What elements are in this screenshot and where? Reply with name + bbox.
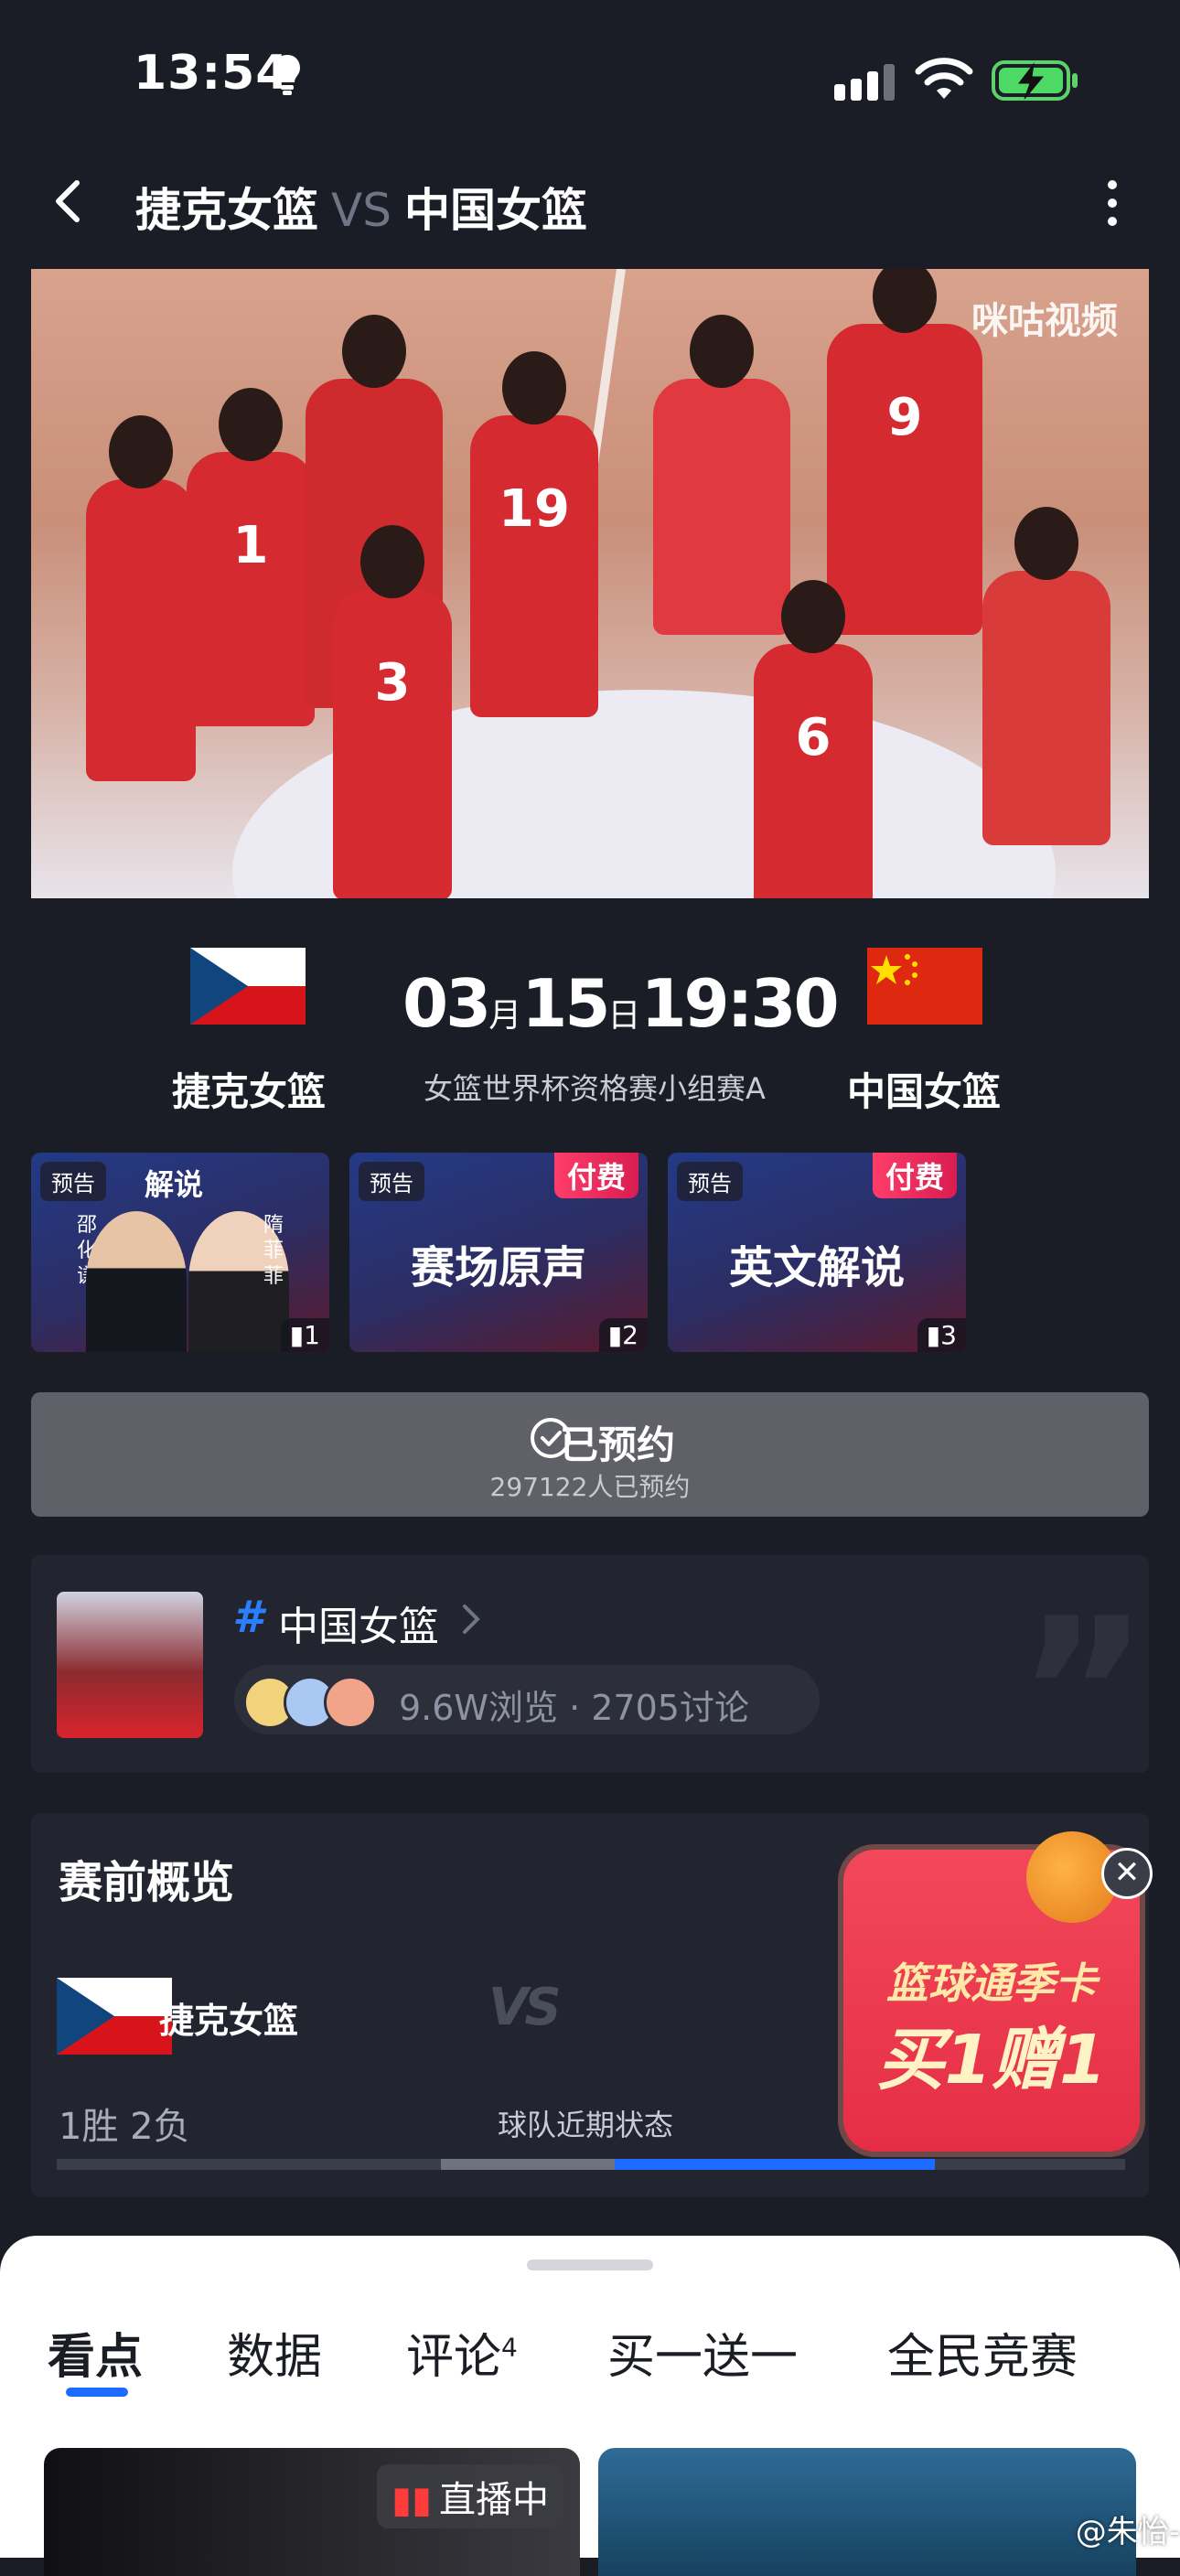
recent-form-label: 球队近期状态 <box>498 2108 674 2142</box>
back-icon[interactable] <box>46 174 88 229</box>
channel-count: ▮1 <box>280 1318 329 1352</box>
player-figure <box>982 507 1110 845</box>
paid-badge: 付费 <box>553 1153 638 1198</box>
hashtag-icon: # <box>232 1592 263 1643</box>
battery-charging-icon <box>992 60 1078 101</box>
player-figure: 1 <box>187 388 315 726</box>
lightbulb-icon <box>274 55 300 95</box>
match-day: 15 <box>521 965 610 1042</box>
china-flag-icon <box>867 948 982 1025</box>
preview-tag: 预告 <box>40 1162 106 1201</box>
match-time: 19:30 <box>640 965 839 1042</box>
close-icon[interactable]: ✕ <box>1101 1848 1153 1899</box>
home-team-name: 捷克女篮 <box>171 1069 326 1114</box>
form-bar <box>57 2159 1125 2170</box>
tab-buy-one-get-one[interactable]: 买一送一 <box>607 2318 798 2387</box>
player-figure: 19 <box>470 351 598 717</box>
video-watermark: 咪咕视频 <box>971 300 1118 342</box>
commentary-label: 解说 <box>145 1167 204 1202</box>
tab-highlights[interactable]: 看点 <box>48 2318 143 2387</box>
topic-card[interactable]: ” # 中国女篮 9.6W浏览 · 2705讨论 <box>31 1555 1149 1773</box>
team-record: 1胜 2负 <box>59 2106 190 2148</box>
topic-stats-text: 9.6W浏览 · 2705讨论 <box>399 1688 749 1728</box>
overview-title: 赛前概览 <box>59 1857 235 1908</box>
player-figure <box>653 315 790 635</box>
commentary-card-hosts[interactable]: 预告 解说 邵化谦 隋菲菲 ▮1 <box>31 1153 329 1352</box>
watermark-text: @朱怡- <box>1075 2514 1180 2550</box>
chevron-right-icon <box>463 1605 480 1634</box>
live-bars-icon: ▮▮ <box>391 2479 432 2521</box>
more-options-icon[interactable] <box>1094 176 1131 231</box>
cellular-signal-icon <box>834 64 895 101</box>
reserve-count: 297122人已预约 <box>489 1472 691 1502</box>
host-avatar <box>86 1211 187 1352</box>
topic-thumbnail <box>57 1592 203 1738</box>
bottom-sheet: 看点 数据 评论4 买一送一 全民竞赛 ▮▮ 直播中 <box>0 2236 1180 2576</box>
czech-flag-icon <box>190 948 306 1025</box>
topic-title: 中国女篮 <box>278 1604 439 1650</box>
host-name-right: 隋菲菲 <box>263 1214 284 1288</box>
overview-team-name: 捷克女篮 <box>159 2001 299 2041</box>
form-bar-segment <box>441 2159 615 2170</box>
tab-comments-label: 评论 <box>406 2330 502 2385</box>
promo-line2: 买1赠1 <box>876 2021 1107 2099</box>
match-month: 03 <box>402 965 491 1042</box>
away-team-name: 中国女篮 <box>846 1069 1001 1114</box>
comments-badge: 4 <box>501 2332 518 2363</box>
preview-tag: 预告 <box>677 1162 743 1201</box>
day-unit: 日 <box>607 997 641 1035</box>
reserve-label: 已预约 <box>559 1422 675 1467</box>
user-avatar <box>324 1676 377 1729</box>
paid-badge: 付费 <box>872 1153 957 1198</box>
channel-count: ▮3 <box>917 1318 966 1352</box>
match-datetime: 03月15日19:30 <box>402 965 840 1042</box>
active-tab-indicator <box>66 2388 128 2397</box>
card-title: 英文解说 <box>728 1242 905 1293</box>
overview-vs: VS <box>488 1978 562 2037</box>
video-player[interactable]: 1 19 3 9 6 咪咕视频 <box>31 269 1149 898</box>
player-figure: 3 <box>333 525 452 898</box>
player-figure <box>86 415 196 781</box>
page-title: 捷克女篮 VS 中国女篮 <box>135 174 587 240</box>
card-title: 赛场原声 <box>410 1242 586 1293</box>
czech-flag-icon <box>57 1978 172 2055</box>
feed-thumbnail[interactable] <box>598 2448 1136 2576</box>
wifi-icon <box>915 58 973 99</box>
player-figure: 9 <box>827 269 982 635</box>
month-unit: 月 <box>488 997 522 1035</box>
title-vs: VS <box>331 184 392 237</box>
tab-comments[interactable]: 评论4 <box>406 2318 518 2387</box>
channel-count: ▮2 <box>598 1318 648 1352</box>
title-away-team: 中国女篮 <box>403 184 587 237</box>
title-home-team: 捷克女篮 <box>135 184 318 237</box>
quote-decoration: ” <box>1016 1575 1149 1773</box>
preview-tag: 预告 <box>359 1162 424 1201</box>
status-time: 13:54 <box>134 46 290 101</box>
commentary-card-english[interactable]: 预告 付费 英文解说 ▮3 <box>668 1153 966 1352</box>
tab-contest[interactable]: 全民竞赛 <box>887 2318 1078 2387</box>
tab-data[interactable]: 数据 <box>227 2318 322 2387</box>
commentary-card-stadium[interactable]: 预告 付费 赛场原声 ▮2 <box>349 1153 648 1352</box>
live-label: 直播中 <box>439 2479 549 2521</box>
topic-stats: 9.6W浏览 · 2705讨论 <box>234 1665 820 1734</box>
competition-name: 女篮世界杯资格赛小组赛A <box>424 1071 766 1106</box>
promo-line1: 篮球通季卡 <box>886 1959 1097 2008</box>
season-pass-promo[interactable]: 篮球通季卡 买1赠1 <box>843 1831 1140 2152</box>
feed-thumbnail[interactable]: ▮▮ 直播中 <box>44 2448 580 2576</box>
live-badge: ▮▮ 直播中 <box>376 2464 563 2528</box>
reserve-button[interactable]: 已预约 297122人已预约 <box>31 1392 1149 1517</box>
sheet-handle[interactable] <box>527 2259 653 2270</box>
form-bar-segment <box>615 2159 935 2170</box>
player-figure: 6 <box>754 580 873 898</box>
